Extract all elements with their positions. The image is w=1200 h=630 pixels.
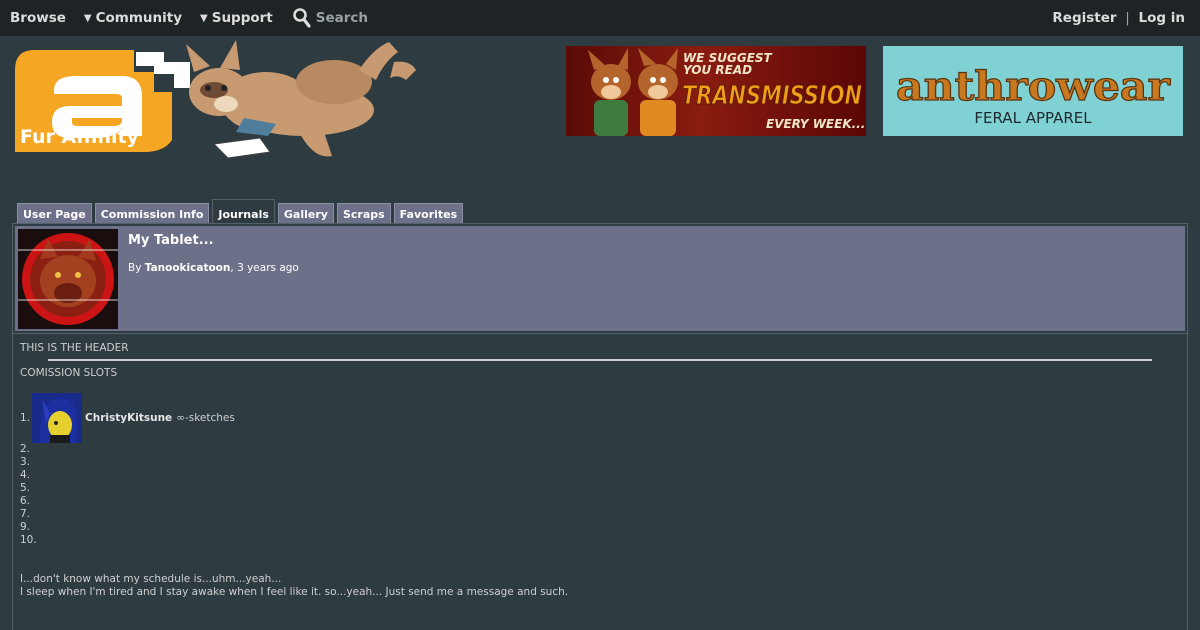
journal-header-text: THIS IS THE HEADER	[20, 342, 129, 354]
slot-number: 10.	[20, 534, 37, 546]
register-link[interactable]: Register	[1052, 10, 1116, 26]
slot-1-avatar[interactable]	[32, 393, 83, 443]
slot-number: 9.	[20, 521, 31, 533]
slot-number: 6.	[20, 495, 31, 507]
top-nav: Browse Community Support Search	[0, 0, 1200, 36]
ad-banner-anthrowear[interactable]: anthrowear FERAL APPAREL	[883, 46, 1183, 136]
search-label: Search	[315, 10, 369, 26]
slot-number: 3.	[20, 456, 31, 468]
ad1-tagline: EVERY WEEK...	[766, 117, 865, 131]
slot-number: 4.	[20, 469, 31, 481]
tab-journals[interactable]: Journals	[212, 199, 275, 224]
nav-support[interactable]: Support	[200, 10, 273, 26]
slot-1: 1. ChristyKitsune ∞-sketches	[20, 393, 235, 443]
tab-gallery[interactable]: Gallery	[277, 203, 334, 224]
search-button[interactable]: Search	[292, 8, 369, 28]
journal-byline: By Tanookicatoon, 3 years ago	[128, 262, 299, 274]
tab-favorites[interactable]: Favorites	[393, 203, 464, 224]
tab-commission-info[interactable]: Commission Info	[94, 203, 210, 224]
logo-text: Fur Affinity	[20, 126, 140, 148]
ad1-line2: YOU READ	[683, 63, 752, 77]
author-avatar[interactable]	[18, 229, 118, 329]
by-prefix: By	[128, 262, 142, 274]
slot-number: 7.	[20, 508, 31, 520]
nav-community[interactable]: Community	[84, 10, 182, 26]
tab-user-page[interactable]: User Page	[17, 203, 92, 224]
slot-1-note: ∞-sketches	[176, 412, 235, 424]
auth-links: Register | Log in	[1052, 10, 1185, 26]
journal-title: My Tablet...	[128, 233, 214, 248]
journal-header: My Tablet... By Tanookicatoon, 3 years a…	[15, 226, 1185, 331]
divider	[48, 359, 1152, 361]
ad2-tagline: FERAL APPAREL	[974, 109, 1092, 127]
journal-age: , 3 years ago	[230, 262, 299, 274]
auth-separator: |	[1125, 10, 1130, 26]
journal-paragraph: I...don't know what my schedule is...uhm…	[20, 573, 282, 585]
slot-number: 2.	[20, 443, 31, 455]
ad-banner-transmission[interactable]: WE SUGGEST YOU READ TRANSMISSION EVERY W…	[566, 46, 866, 136]
ad2-headline: anthrowear	[896, 63, 1171, 110]
slot-number: 5.	[20, 482, 31, 494]
login-link[interactable]: Log in	[1139, 10, 1185, 26]
search-icon	[292, 8, 311, 28]
ad1-headline: TRANSMISSION	[682, 81, 862, 111]
profile-tabs: User Page Commission Info Journals Galle…	[17, 199, 466, 224]
nav-browse[interactable]: Browse	[10, 10, 66, 26]
author-link[interactable]: Tanookicatoon	[145, 262, 231, 274]
slots-heading: COMISSION SLOTS	[20, 367, 118, 379]
site-logo[interactable]: Fur Affinity	[14, 40, 424, 160]
slot-1-user[interactable]: ChristyKitsune	[85, 412, 172, 424]
journal-paragraph: I sleep when I'm tired and I stay awake …	[20, 586, 569, 598]
tab-scraps[interactable]: Scraps	[336, 203, 391, 224]
slot-1-number: 1.	[20, 412, 31, 424]
